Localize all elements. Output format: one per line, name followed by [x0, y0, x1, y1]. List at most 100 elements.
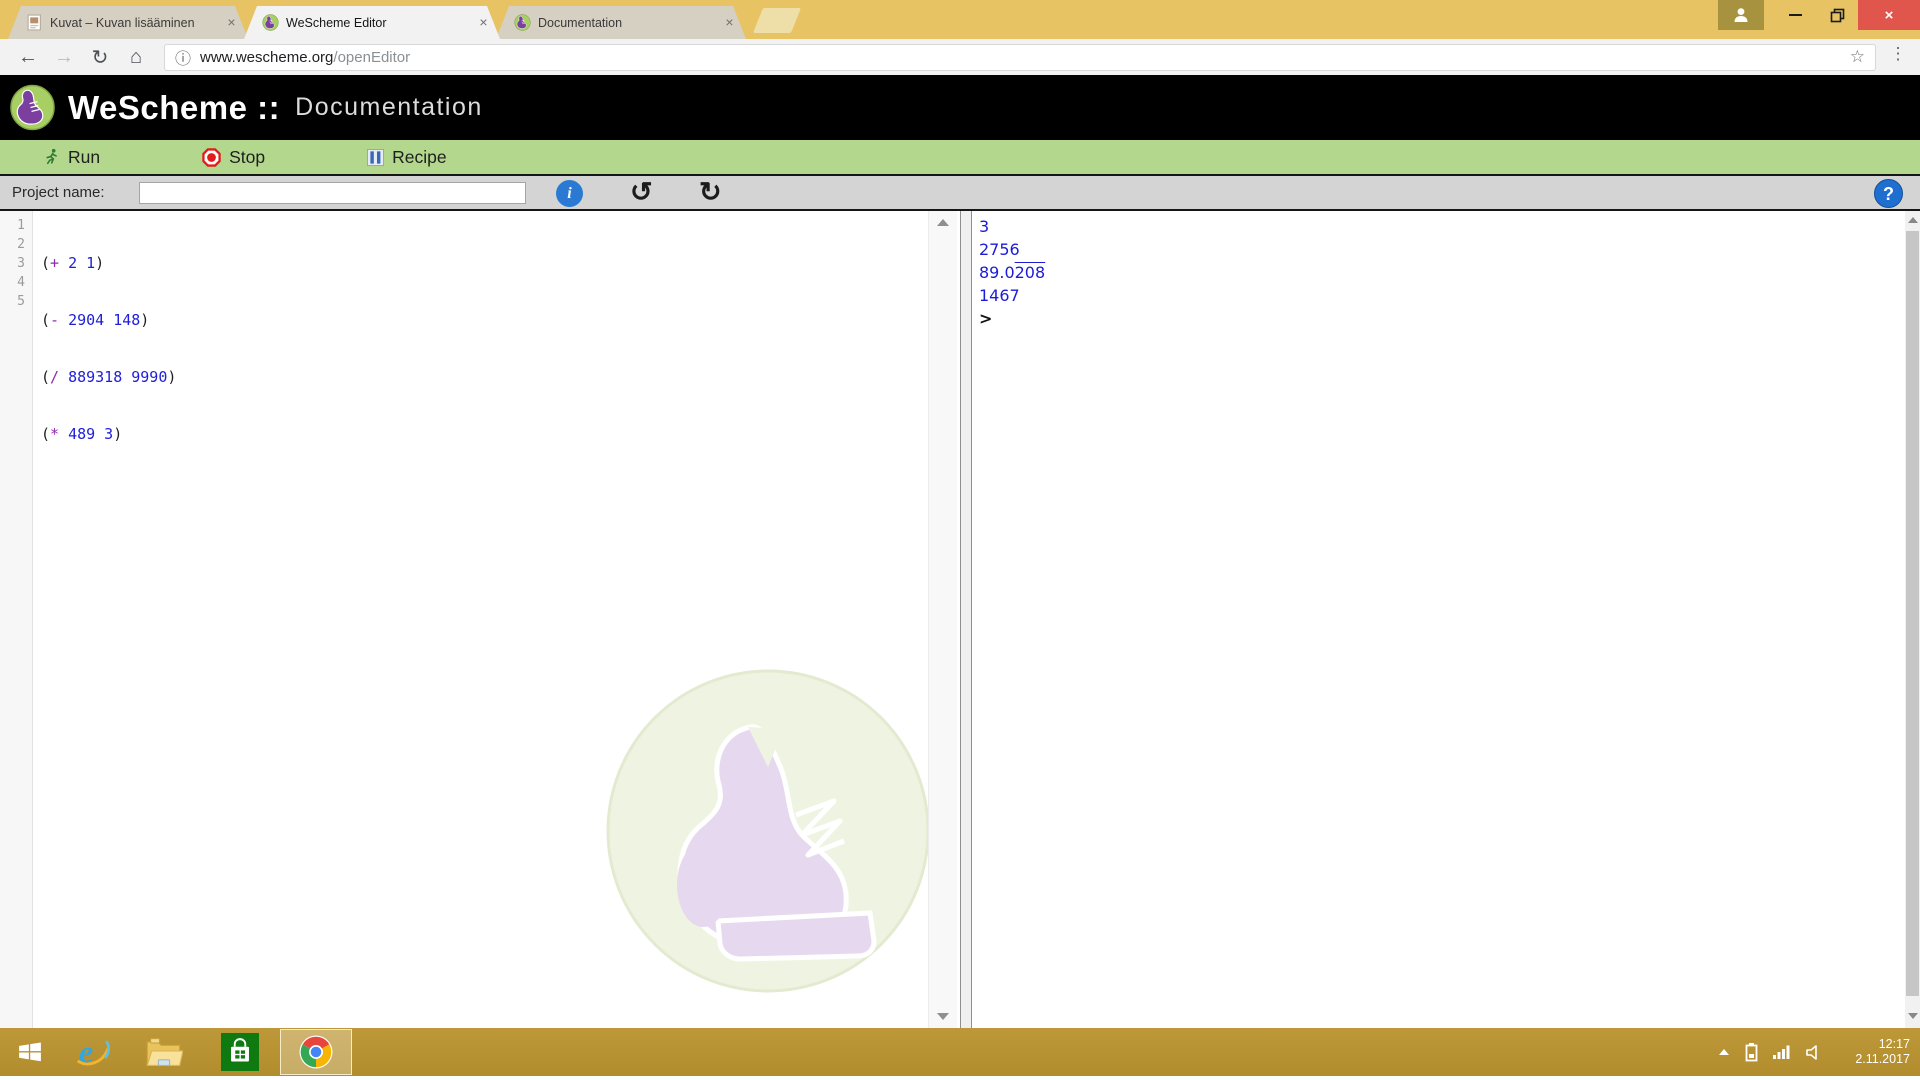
line-number-gutter: 1 2 3 4 5	[0, 211, 33, 1028]
bookmark-star-icon[interactable]: ☆	[1850, 47, 1865, 67]
scroll-down-icon[interactable]	[937, 1013, 949, 1020]
recipe-button[interactable]: Recipe	[367, 147, 446, 168]
chrome-button-active[interactable]	[280, 1029, 352, 1075]
tab-close-icon[interactable]: ×	[721, 14, 738, 31]
project-name-input[interactable]	[139, 182, 526, 204]
new-tab-button[interactable]	[753, 8, 801, 33]
wescheme-icon	[262, 14, 279, 31]
date: 2.11.2017	[1838, 1052, 1910, 1067]
forward-button[interactable]: →	[46, 42, 82, 72]
tab-wescheme-editor[interactable]: WeScheme Editor ×	[244, 6, 500, 39]
run-button[interactable]: Run	[42, 147, 100, 168]
battery-indicator[interactable]	[1745, 1042, 1758, 1062]
file-explorer-button[interactable]	[140, 1028, 188, 1076]
line-number: 1	[0, 216, 25, 235]
pane-splitter[interactable]	[960, 211, 972, 1028]
main-content: 1 2 3 4 5 (+21) (-2904148) (/8893189990)…	[0, 211, 1920, 1028]
tab-title: Documentation	[538, 16, 717, 30]
tab-kuvat[interactable]: Kuvat – Kuvan lisääminen ×	[8, 6, 248, 39]
redo-icon[interactable]: ↻	[699, 177, 722, 208]
repl-value: 3	[979, 215, 1905, 238]
signal-bars-icon	[1772, 1044, 1791, 1060]
windows-store-button[interactable]	[216, 1028, 264, 1076]
undo-icon[interactable]: ↺	[630, 177, 653, 208]
wescheme-toolbar: Run Stop Recipe	[0, 140, 1920, 176]
tab-close-icon[interactable]: ×	[223, 14, 240, 31]
browser-tab-strip: Kuvat – Kuvan lisääminen × WeScheme Edit…	[0, 0, 1920, 39]
line-number: 5	[0, 292, 25, 311]
forward-icon: →	[54, 46, 74, 69]
url-path: /openEditor	[333, 49, 410, 66]
profile-button[interactable]	[1718, 0, 1764, 30]
time: 12:17	[1838, 1037, 1910, 1052]
restore-button[interactable]	[1816, 0, 1858, 30]
tab-documentation[interactable]: Documentation ×	[496, 6, 746, 39]
scroll-up-icon[interactable]	[937, 219, 949, 226]
recipe-icon	[367, 149, 384, 166]
system-tray: 12:17 2.11.2017	[1717, 1028, 1920, 1076]
tab-title: WeScheme Editor	[286, 16, 471, 30]
project-name-label: Project name:	[12, 184, 105, 201]
browser-toolbar: ← → ↻ ⌂ ⓘ www.wescheme.org/openEditor ☆ …	[0, 39, 1920, 75]
code-line: (*4893)	[41, 425, 176, 444]
page-info-icon[interactable]: ⓘ	[175, 45, 191, 69]
code-line: (+21)	[41, 254, 176, 273]
stop-label: Stop	[229, 147, 265, 168]
windows-taskbar: e	[0, 1028, 1920, 1076]
address-bar[interactable]: ⓘ www.wescheme.org/openEditor ☆	[164, 44, 1876, 71]
clock[interactable]: 12:17 2.11.2017	[1838, 1037, 1910, 1067]
wescheme-shoe-watermark	[600, 663, 936, 999]
back-button[interactable]: ←	[10, 42, 46, 72]
window-controls: ×	[1718, 0, 1920, 30]
repl-value: 89.0208	[979, 261, 1905, 284]
editor-scrollbar[interactable]	[928, 211, 957, 1028]
start-button[interactable]	[6, 1028, 54, 1076]
close-button[interactable]: ×	[1858, 0, 1920, 30]
recipe-label: Recipe	[392, 147, 446, 168]
show-hidden-icons-button[interactable]	[1717, 1047, 1731, 1057]
store-icon	[221, 1033, 259, 1071]
brand-title: WeScheme ::	[68, 89, 280, 127]
project-row: Project name: i ↺ ↻ ?	[0, 176, 1920, 211]
wescheme-icon	[514, 14, 531, 31]
reload-button[interactable]: ↻	[82, 42, 118, 72]
minimize-icon	[1789, 14, 1802, 16]
info-button[interactable]: i	[556, 180, 583, 207]
internet-explorer-button[interactable]: e	[68, 1028, 116, 1076]
code-lines[interactable]: (+21) (-2904148) (/8893189990) (*4893)	[41, 216, 176, 482]
scroll-down-icon[interactable]	[1908, 1013, 1918, 1019]
speaker-icon	[1805, 1044, 1824, 1061]
network-indicator[interactable]	[1772, 1044, 1791, 1060]
reload-icon: ↻	[92, 45, 109, 70]
page-scrollbar[interactable]	[1905, 211, 1920, 1028]
chrome-icon	[299, 1035, 333, 1069]
help-button[interactable]: ?	[1874, 179, 1903, 208]
scroll-up-icon[interactable]	[1908, 217, 1918, 223]
run-label: Run	[68, 147, 100, 168]
line-number: 2	[0, 235, 25, 254]
chevron-up-icon	[1717, 1047, 1731, 1057]
scrollbar-thumb[interactable]	[1906, 231, 1919, 996]
battery-icon	[1745, 1042, 1758, 1062]
home-button[interactable]: ⌂	[118, 42, 154, 72]
line-number: 3	[0, 254, 25, 273]
repl-value: 1467	[979, 284, 1905, 307]
repl-value: 2756	[979, 238, 1905, 261]
stop-icon	[202, 148, 221, 167]
code-line: (-2904148)	[41, 311, 176, 330]
home-icon: ⌂	[130, 46, 142, 69]
repl-prompt: >	[979, 307, 1905, 330]
restore-icon	[1830, 8, 1845, 23]
back-icon: ←	[18, 46, 38, 69]
minimize-button[interactable]	[1774, 0, 1816, 30]
stop-button[interactable]: Stop	[202, 147, 265, 168]
tab-close-icon[interactable]: ×	[475, 14, 492, 31]
code-line: (/8893189990)	[41, 368, 176, 387]
wescheme-logo	[9, 84, 56, 131]
internet-explorer-icon: e	[73, 1033, 111, 1071]
browser-menu-icon[interactable]: ⋮	[1884, 44, 1912, 64]
line-number: 4	[0, 273, 25, 292]
repl-output[interactable]: 3 2756 89.0208 1467 >	[972, 211, 1905, 1028]
code-editor[interactable]: 1 2 3 4 5 (+21) (-2904148) (/8893189990)…	[0, 211, 960, 1028]
volume-indicator[interactable]	[1805, 1044, 1824, 1061]
